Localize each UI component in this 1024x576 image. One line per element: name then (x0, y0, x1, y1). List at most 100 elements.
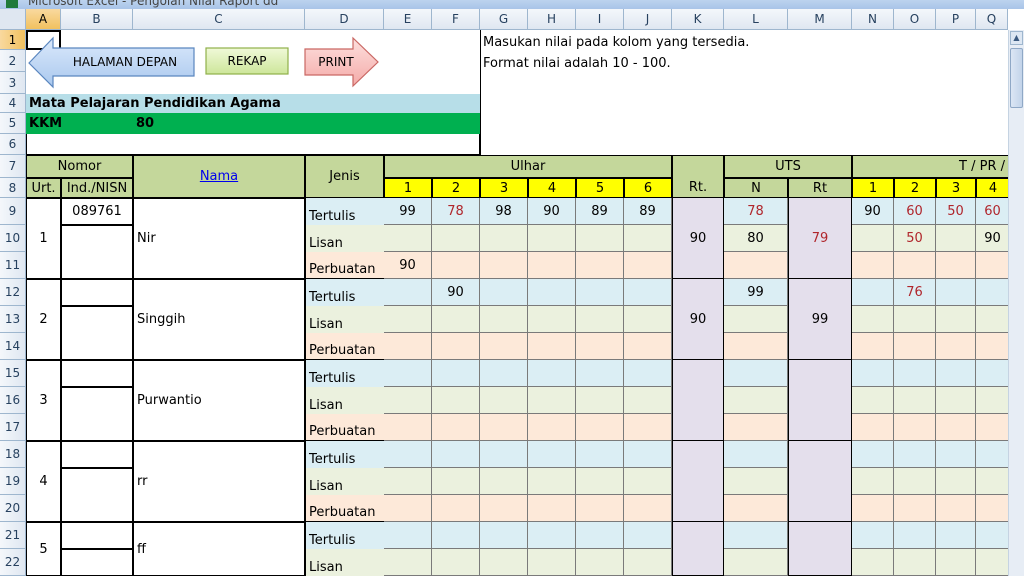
tpr-score-cell[interactable] (976, 549, 1010, 576)
row-header-11[interactable]: 11 (0, 252, 26, 279)
row-header-14[interactable]: 14 (0, 333, 26, 360)
column-header-N[interactable]: N (852, 9, 894, 30)
ulhar-score-cell[interactable] (624, 549, 672, 576)
uts-n-score-cell[interactable] (724, 306, 788, 333)
tpr-score-cell[interactable] (852, 360, 894, 387)
ulhar-score-cell[interactable] (624, 414, 672, 441)
uts-n-score-cell[interactable] (724, 360, 788, 387)
row-header-13[interactable]: 13 (0, 306, 26, 333)
ulhar-score-cell[interactable] (432, 306, 480, 333)
ulhar-score-cell[interactable] (432, 225, 480, 252)
ulhar-score-cell[interactable] (624, 306, 672, 333)
ulhar-score-cell[interactable] (576, 414, 624, 441)
tpr-score-cell[interactable] (894, 252, 936, 279)
ulhar-score-cell[interactable] (576, 468, 624, 495)
tpr-score-cell[interactable] (852, 225, 894, 252)
column-header-H[interactable]: H (528, 9, 576, 30)
tpr-score-cell[interactable] (936, 441, 976, 468)
tpr-score-cell[interactable] (936, 252, 976, 279)
column-header-O[interactable]: O (894, 9, 936, 30)
ulhar-score-cell[interactable] (384, 306, 432, 333)
student-nisn[interactable] (61, 522, 133, 549)
tpr-score-cell[interactable] (852, 306, 894, 333)
ulhar-score-cell[interactable]: 89 (576, 198, 624, 225)
tpr-score-cell[interactable] (936, 387, 976, 414)
tpr-score-cell[interactable] (894, 522, 936, 549)
ulhar-score-cell[interactable] (480, 387, 528, 414)
uts-n-score-cell[interactable]: 80 (724, 225, 788, 252)
row-header-8[interactable]: 8 (0, 178, 26, 198)
tpr-score-cell[interactable] (976, 333, 1010, 360)
tpr-score-cell[interactable] (852, 252, 894, 279)
uts-n-score-cell[interactable] (724, 522, 788, 549)
ulhar-score-cell[interactable] (576, 333, 624, 360)
tpr-score-cell[interactable]: 50 (936, 198, 976, 225)
tpr-score-cell[interactable] (894, 441, 936, 468)
ulhar-score-cell[interactable] (432, 333, 480, 360)
column-header-G[interactable]: G (480, 9, 528, 30)
column-header-M[interactable]: M (788, 9, 852, 30)
ulhar-score-cell[interactable] (576, 360, 624, 387)
ulhar-score-cell[interactable] (432, 441, 480, 468)
tpr-score-cell[interactable] (852, 414, 894, 441)
uts-n-score-cell[interactable] (724, 333, 788, 360)
ulhar-score-cell[interactable] (432, 360, 480, 387)
column-header-K[interactable]: K (672, 9, 724, 30)
tpr-score-cell[interactable] (976, 306, 1010, 333)
ulhar-score-cell[interactable] (384, 495, 432, 522)
ulhar-score-cell[interactable] (528, 333, 576, 360)
row-header-18[interactable]: 18 (0, 441, 26, 468)
ulhar-score-cell[interactable] (384, 549, 432, 576)
student-nisn[interactable] (61, 360, 133, 387)
ulhar-score-cell[interactable] (624, 468, 672, 495)
rekap-button[interactable]: REKAP (206, 48, 288, 74)
tpr-score-cell[interactable] (936, 306, 976, 333)
ulhar-score-cell[interactable] (480, 279, 528, 306)
ulhar-score-cell[interactable] (432, 495, 480, 522)
tpr-score-cell[interactable] (894, 495, 936, 522)
uts-n-score-cell[interactable] (724, 414, 788, 441)
ulhar-score-cell[interactable]: 99 (384, 198, 432, 225)
ulhar-score-cell[interactable] (624, 522, 672, 549)
uts-n-score-cell[interactable]: 99 (724, 279, 788, 306)
ulhar-score-cell[interactable] (624, 225, 672, 252)
tpr-score-cell[interactable] (894, 468, 936, 495)
tpr-score-cell[interactable] (852, 279, 894, 306)
student-nisn-lower[interactable] (61, 468, 133, 522)
tpr-score-cell[interactable] (976, 468, 1010, 495)
ulhar-score-cell[interactable] (384, 441, 432, 468)
row-header-16[interactable]: 16 (0, 387, 26, 414)
tpr-score-cell[interactable] (976, 252, 1010, 279)
tpr-score-cell[interactable] (936, 333, 976, 360)
ulhar-score-cell[interactable] (528, 549, 576, 576)
column-header-B[interactable]: B (61, 9, 133, 30)
tpr-score-cell[interactable] (976, 360, 1010, 387)
column-header-Q[interactable]: Q (976, 9, 1008, 30)
ulhar-score-cell[interactable] (384, 387, 432, 414)
student-nama[interactable]: Purwantio (133, 360, 305, 441)
ulhar-score-cell[interactable] (480, 495, 528, 522)
ulhar-score-cell[interactable] (576, 306, 624, 333)
student-nisn-lower[interactable] (61, 225, 133, 279)
ulhar-score-cell[interactable]: 98 (480, 198, 528, 225)
student-nisn-lower[interactable] (61, 549, 133, 576)
tpr-score-cell[interactable] (976, 279, 1010, 306)
ulhar-score-cell[interactable] (480, 414, 528, 441)
tpr-score-cell[interactable] (894, 360, 936, 387)
tpr-score-cell[interactable] (894, 306, 936, 333)
row-header-6[interactable]: 6 (0, 134, 26, 155)
student-nama[interactable]: Nir (133, 198, 305, 279)
ulhar-score-cell[interactable] (576, 387, 624, 414)
uts-n-score-cell[interactable] (724, 387, 788, 414)
ulhar-score-cell[interactable] (576, 522, 624, 549)
tpr-score-cell[interactable] (976, 495, 1010, 522)
ulhar-score-cell[interactable] (432, 468, 480, 495)
student-nisn-lower[interactable] (61, 306, 133, 360)
tpr-score-cell[interactable] (852, 387, 894, 414)
tpr-score-cell[interactable] (936, 360, 976, 387)
ulhar-score-cell[interactable] (576, 441, 624, 468)
ulhar-score-cell[interactable] (480, 360, 528, 387)
student-nama[interactable]: ff (133, 522, 305, 576)
ulhar-score-cell[interactable] (528, 252, 576, 279)
row-header-21[interactable]: 21 (0, 522, 26, 549)
